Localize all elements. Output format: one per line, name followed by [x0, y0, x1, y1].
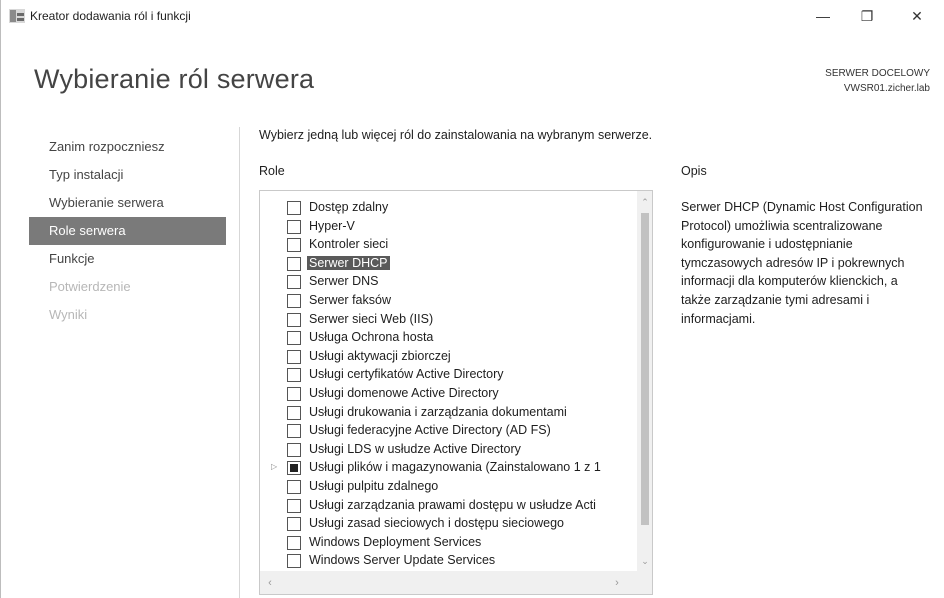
role-row[interactable]: ▷ Usługi plików i magazynowania (Zainstal…	[260, 459, 638, 478]
roles-list-items: Dostęp zdalny Hyper-V Kontroler sieci Serwe…	[260, 199, 638, 571]
role-label: Serwer sieci Web (IIS)	[309, 311, 434, 326]
instruction-text: Wybierz jedną lub więcej ról do zainstal…	[259, 128, 653, 142]
nav-item-installation-type[interactable]: Typ instalacji	[29, 161, 226, 189]
role-label: Windows Server Update Services	[309, 553, 496, 568]
role-label: Kontroler sieci	[309, 237, 389, 252]
role-row[interactable]: Windows Server Update Services	[260, 552, 638, 571]
role-checkbox[interactable]	[287, 405, 301, 420]
role-description: Serwer DHCP (Dynamic Host Configuration …	[681, 200, 923, 326]
role-label: Usługi zarządzania prawami dostępu w usł…	[309, 497, 596, 512]
role-row[interactable]: Serwer DHCP	[260, 255, 638, 274]
role-checkbox[interactable]	[287, 238, 301, 253]
role-label: Usługi zasad sieciowych i dostępu siecio…	[309, 516, 564, 531]
minimize-icon: —	[816, 8, 830, 24]
role-checkbox[interactable]	[287, 349, 301, 364]
wizard-window: Kreator dodawania ról i funkcji — ❐ ✕ Wy…	[0, 0, 944, 598]
role-label: Serwer DHCP	[307, 255, 390, 270]
role-checkbox[interactable]	[287, 256, 301, 271]
role-row[interactable]: Usługi LDS w usłudze Active Directory	[260, 441, 638, 460]
role-label: Windows Deployment Services	[309, 534, 482, 549]
role-checkbox[interactable]	[287, 461, 301, 476]
role-checkbox[interactable]	[287, 275, 301, 290]
role-label: Usługi certyfikatów Active Directory	[309, 367, 504, 382]
horizontal-scrollbar[interactable]: ‹ ›	[260, 571, 637, 594]
role-row[interactable]: Usługi federacyjne Active Directory (AD …	[260, 422, 638, 441]
role-row[interactable]: Serwer sieci Web (IIS)	[260, 311, 638, 330]
role-row[interactable]: Kontroler sieci	[260, 236, 638, 255]
nav-item-server-roles[interactable]: Role serwera	[29, 217, 226, 245]
scroll-thumb[interactable]	[641, 213, 649, 525]
scroll-left-icon[interactable]: ‹	[262, 575, 278, 591]
nav-item-results: Wyniki	[49, 307, 88, 322]
title-bar: Kreator dodawania ról i funkcji — ❐ ✕	[1, 0, 944, 34]
role-row[interactable]: Usługi certyfikatów Active Directory	[260, 366, 638, 385]
role-label: Usługi domenowe Active Directory	[309, 385, 499, 400]
role-label: Usługi plików i magazynowania (Zainstalo…	[309, 460, 601, 475]
role-checkbox[interactable]	[287, 498, 301, 513]
role-row[interactable]: Usługa Ochrona hosta	[260, 329, 638, 348]
role-row[interactable]: Usługi pulpitu zdalnego	[260, 478, 638, 497]
role-checkbox[interactable]	[287, 424, 301, 439]
expand-arrow-icon[interactable]: ▷	[271, 462, 279, 472]
role-checkbox[interactable]	[287, 331, 301, 346]
role-row[interactable]: Usługi aktywacji zbiorczej	[260, 348, 638, 367]
role-checkbox[interactable]	[287, 201, 301, 215]
destination-server-label: SERWER DOCELOWY	[825, 68, 930, 79]
scroll-right-icon[interactable]: ›	[609, 575, 625, 591]
role-label: Serwer faksów	[309, 292, 391, 307]
roles-list[interactable]: Dostęp zdalny Hyper-V Kontroler sieci Serwe…	[259, 190, 653, 595]
role-label: Usługi LDS w usłudze Active Directory	[309, 441, 521, 456]
nav-item-confirmation: Potwierdzenie	[49, 279, 131, 294]
role-label: Usługa Ochrona hosta	[309, 330, 434, 345]
server-manager-icon	[9, 9, 25, 23]
page-title: Wybieranie ról serwera	[34, 64, 315, 94]
maximize-icon: ❐	[860, 7, 874, 24]
scrollbar-corner	[637, 571, 652, 594]
role-row[interactable]: Usługi drukowania i zarządzania dokument…	[260, 404, 638, 423]
window-title: Kreator dodawania ról i funkcji	[30, 9, 191, 23]
roles-heading: Role	[259, 164, 285, 178]
nav-item-features[interactable]: Funkcje	[29, 245, 226, 273]
scroll-down-icon[interactable]: ⌄	[637, 553, 652, 569]
role-checkbox[interactable]	[287, 219, 301, 234]
role-checkbox[interactable]	[287, 535, 301, 550]
scroll-up-icon[interactable]: ⌃	[637, 194, 652, 210]
destination-server-info: SERWER DOCELOWY VWSR01.zicher.lab	[825, 66, 930, 96]
role-row[interactable]: Usługi zarządzania prawami dostępu w usł…	[260, 497, 638, 516]
role-row[interactable]: Usługi domenowe Active Directory	[260, 385, 638, 404]
role-checkbox[interactable]	[287, 386, 301, 401]
wizard-nav: Zanim rozpoczniesz Typ instalacji Wybier…	[29, 133, 226, 329]
role-label: Serwer DNS	[309, 274, 379, 289]
role-checkbox[interactable]	[287, 368, 301, 383]
role-label: Dostęp zdalny	[309, 200, 389, 214]
role-row[interactable]: Dostęp zdalny	[260, 199, 638, 218]
nav-divider	[239, 127, 240, 598]
role-label: Hyper-V	[309, 218, 355, 233]
role-row[interactable]: Windows Deployment Services	[260, 534, 638, 553]
role-label: Usługi federacyjne Active Directory (AD …	[309, 423, 551, 438]
role-checkbox[interactable]	[287, 442, 301, 457]
description-heading: Opis	[681, 164, 707, 178]
role-label: Usługi pulpitu zdalnego	[309, 478, 439, 493]
minimize-button[interactable]: —	[801, 0, 845, 32]
role-row[interactable]: Serwer DNS	[260, 273, 638, 292]
vertical-scrollbar[interactable]: ⌃ ⌄	[637, 191, 652, 571]
nav-item-server-selection[interactable]: Wybieranie serwera	[29, 189, 226, 217]
nav-item-before-you-begin[interactable]: Zanim rozpoczniesz	[29, 133, 226, 161]
role-checkbox[interactable]	[287, 293, 301, 308]
role-label: Usługi aktywacji zbiorczej	[309, 348, 451, 363]
role-row[interactable]: Hyper-V	[260, 218, 638, 237]
role-label: Usługi drukowania i zarządzania dokument…	[309, 404, 567, 419]
role-checkbox[interactable]	[287, 479, 301, 494]
role-row[interactable]: Serwer faksów	[260, 292, 638, 311]
destination-server-name: VWSR01.zicher.lab	[843, 83, 930, 94]
role-checkbox[interactable]	[287, 554, 301, 569]
role-checkbox[interactable]	[287, 517, 301, 532]
close-button[interactable]: ✕	[895, 0, 939, 32]
role-row[interactable]: Usługi zasad sieciowych i dostępu siecio…	[260, 515, 638, 534]
role-checkbox[interactable]	[287, 312, 301, 327]
close-icon: ✕	[911, 7, 923, 24]
maximize-button[interactable]: ❐	[845, 0, 889, 32]
